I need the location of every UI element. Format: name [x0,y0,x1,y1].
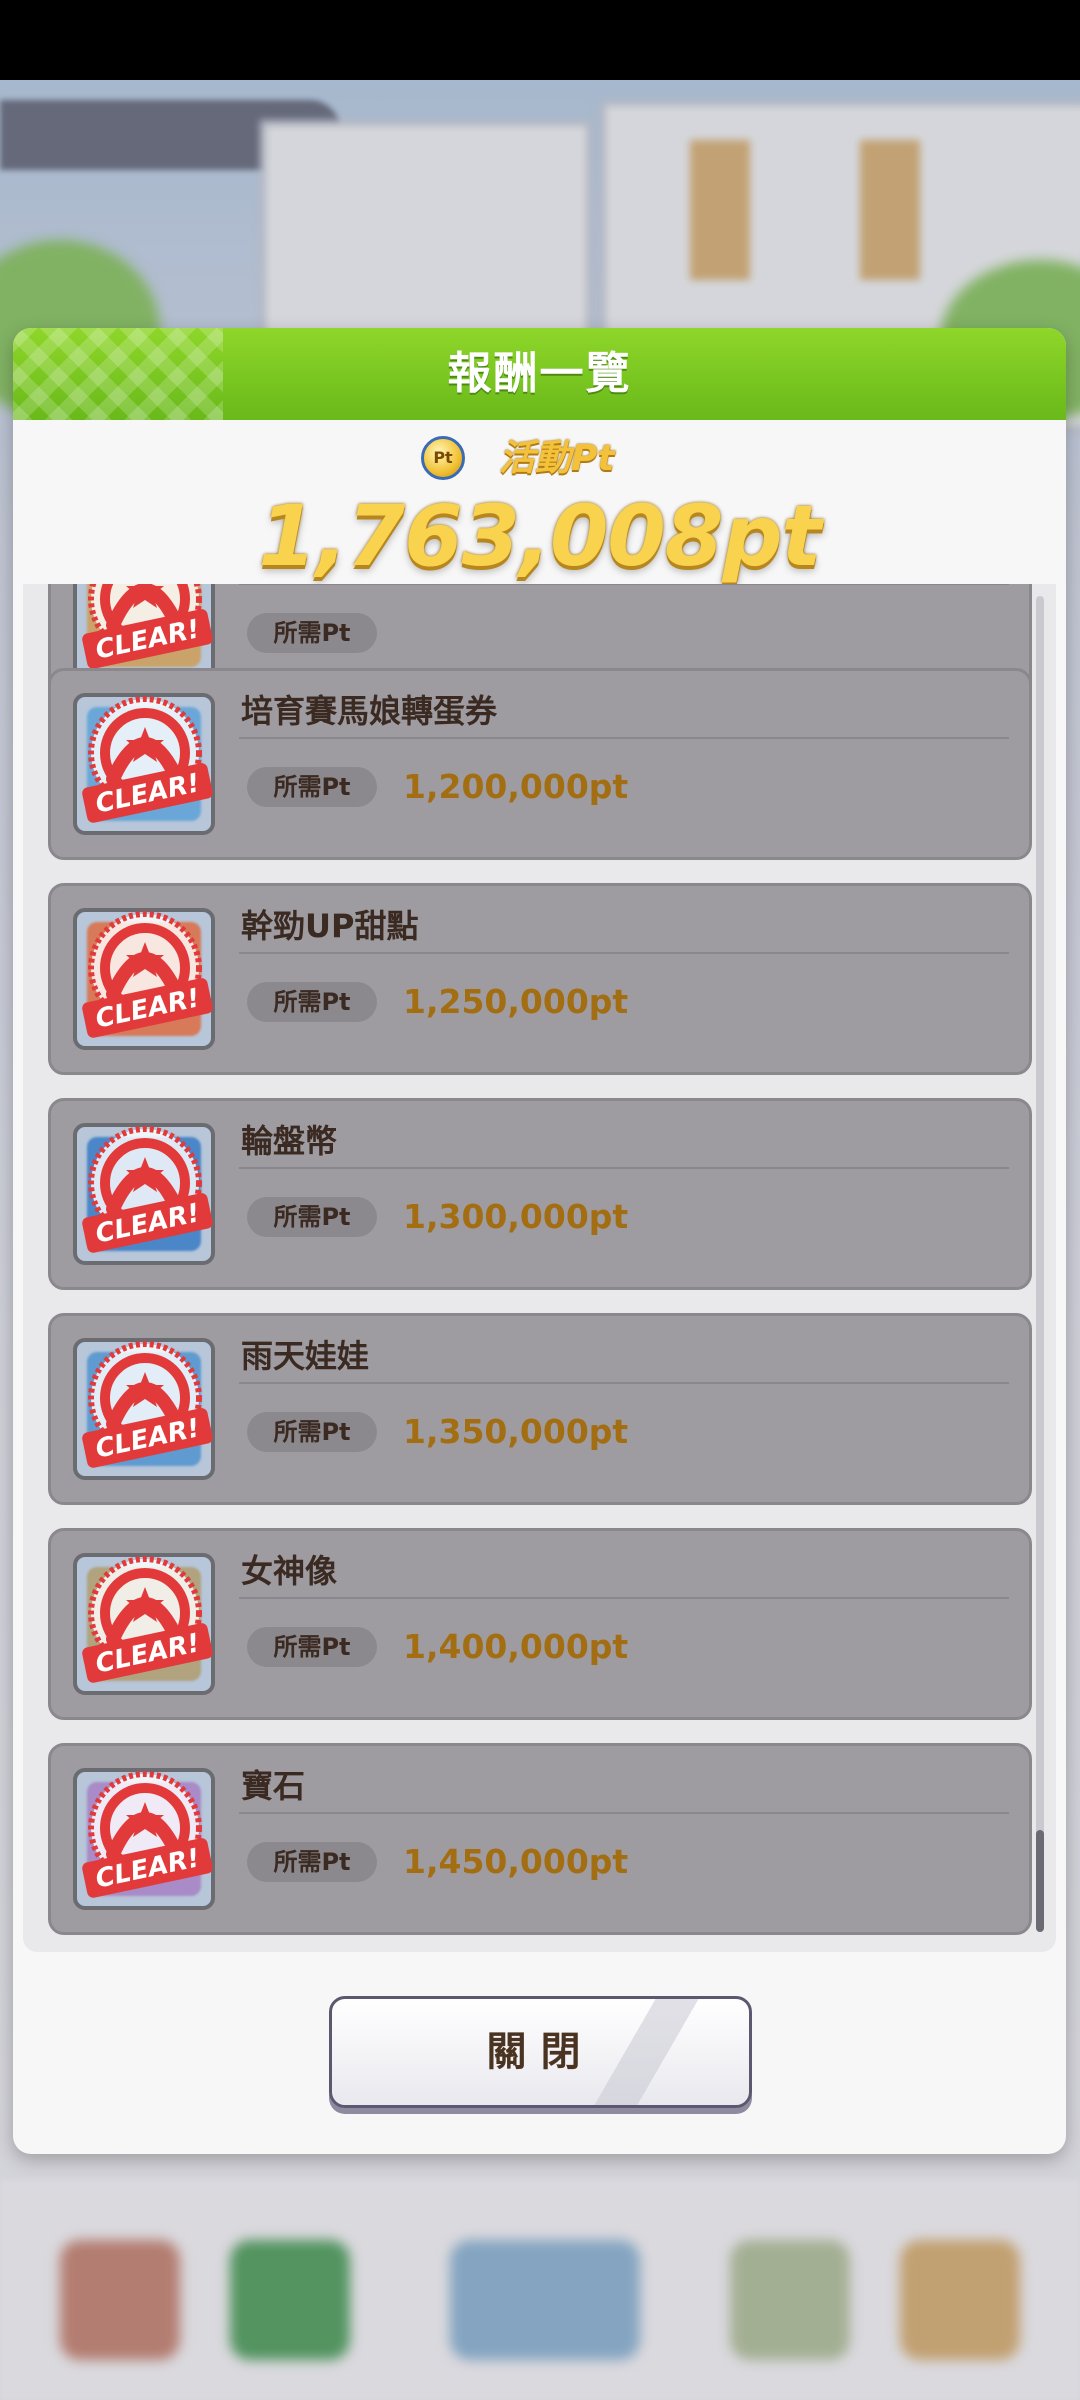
reward-name: 輪盤幣 [241,1122,338,1160]
reward-item: CLEAR! 寶石所需Pt 1,450,000pt [48,1743,1032,1935]
divider [239,1382,1009,1384]
clear-stamp-icon: CLEAR! [82,696,213,823]
clear-stamp-icon: CLEAR! [82,1771,213,1898]
dialog-header: 報酬一覽 [13,328,1066,420]
scrollbar-thumb[interactable] [1036,1830,1044,1932]
dialog-title: 報酬一覽 [447,348,632,399]
required-pt-badge: 所需Pt [247,1627,377,1667]
reward-list[interactable]: CLEAR! 所需Pt CLEAR! 培育賽馬娘轉蛋券 所需Pt 1,200,000pt C… [23,584,1056,1952]
required-pt-badge: 所需Pt [247,1842,377,1882]
status-bar [0,0,1080,80]
divider [239,1167,1009,1169]
required-pt-badge: 所需Pt [247,1412,377,1452]
event-pt-coin-icon: Pt [421,436,465,480]
event-pt-value: 1,763,008pt [258,487,821,585]
required-pt-badge: 所需Pt [247,613,377,653]
divider [239,737,1009,739]
reward-name: 幹勁UP甜點 [241,907,419,945]
reward-name: 女神像 [241,1552,338,1590]
divider [239,1597,1009,1599]
divider [239,584,1009,585]
required-pt-badge: 所需Pt [247,982,377,1022]
clear-stamp-icon: CLEAR! [82,584,213,669]
reward-item: CLEAR! 輪盤幣所需Pt 1,300,000pt [48,1098,1032,1290]
required-pt-badge: 所需Pt [247,1197,377,1237]
reward-item: CLEAR! 雨天娃娃所需Pt 1,350,000pt [48,1313,1032,1505]
required-pt-value: 1,450,000pt [403,1842,629,1881]
clear-stamp-icon: CLEAR! [82,1341,213,1468]
close-button[interactable]: 關閉 [329,1996,752,2108]
required-pt-value: 1,350,000pt [403,1412,629,1451]
clear-stamp-icon: CLEAR! [82,1556,213,1683]
event-pt-label: 活動Pt [499,438,615,479]
reward-name: 培育賽馬娘轉蛋券 [241,692,498,730]
clear-stamp-icon: CLEAR! [82,911,213,1038]
clear-stamp-icon: CLEAR! [82,1126,213,1253]
required-pt-value: 1,200,000pt [403,767,629,806]
reward-name: 雨天娃娃 [241,1337,370,1375]
required-pt-badge: 所需Pt [247,767,377,807]
reward-item: CLEAR! 女神像所需Pt 1,400,000pt [48,1528,1032,1720]
coin-label: Pt [433,448,453,467]
reward-item: CLEAR! 幹勁UP甜點所需Pt 1,250,000pt [48,883,1032,1075]
divider [239,952,1009,954]
divider [239,1812,1009,1814]
reward-name: 寶石 [241,1767,306,1805]
required-pt-value: 1,400,000pt [403,1627,629,1666]
scrollbar-track[interactable] [1036,596,1044,1932]
reward-item: CLEAR! 培育賽馬娘轉蛋券所需Pt 1,200,000pt [48,668,1032,860]
required-pt-value: 1,250,000pt [403,982,629,1021]
close-button-label: 關閉 [486,2029,595,2075]
reward-list-dialog: 報酬一覽 Pt 活動Pt 1,763,008pt CLEAR! 所需Pt CLEAR… [13,328,1066,2154]
required-pt-value: 1,300,000pt [403,1197,629,1236]
